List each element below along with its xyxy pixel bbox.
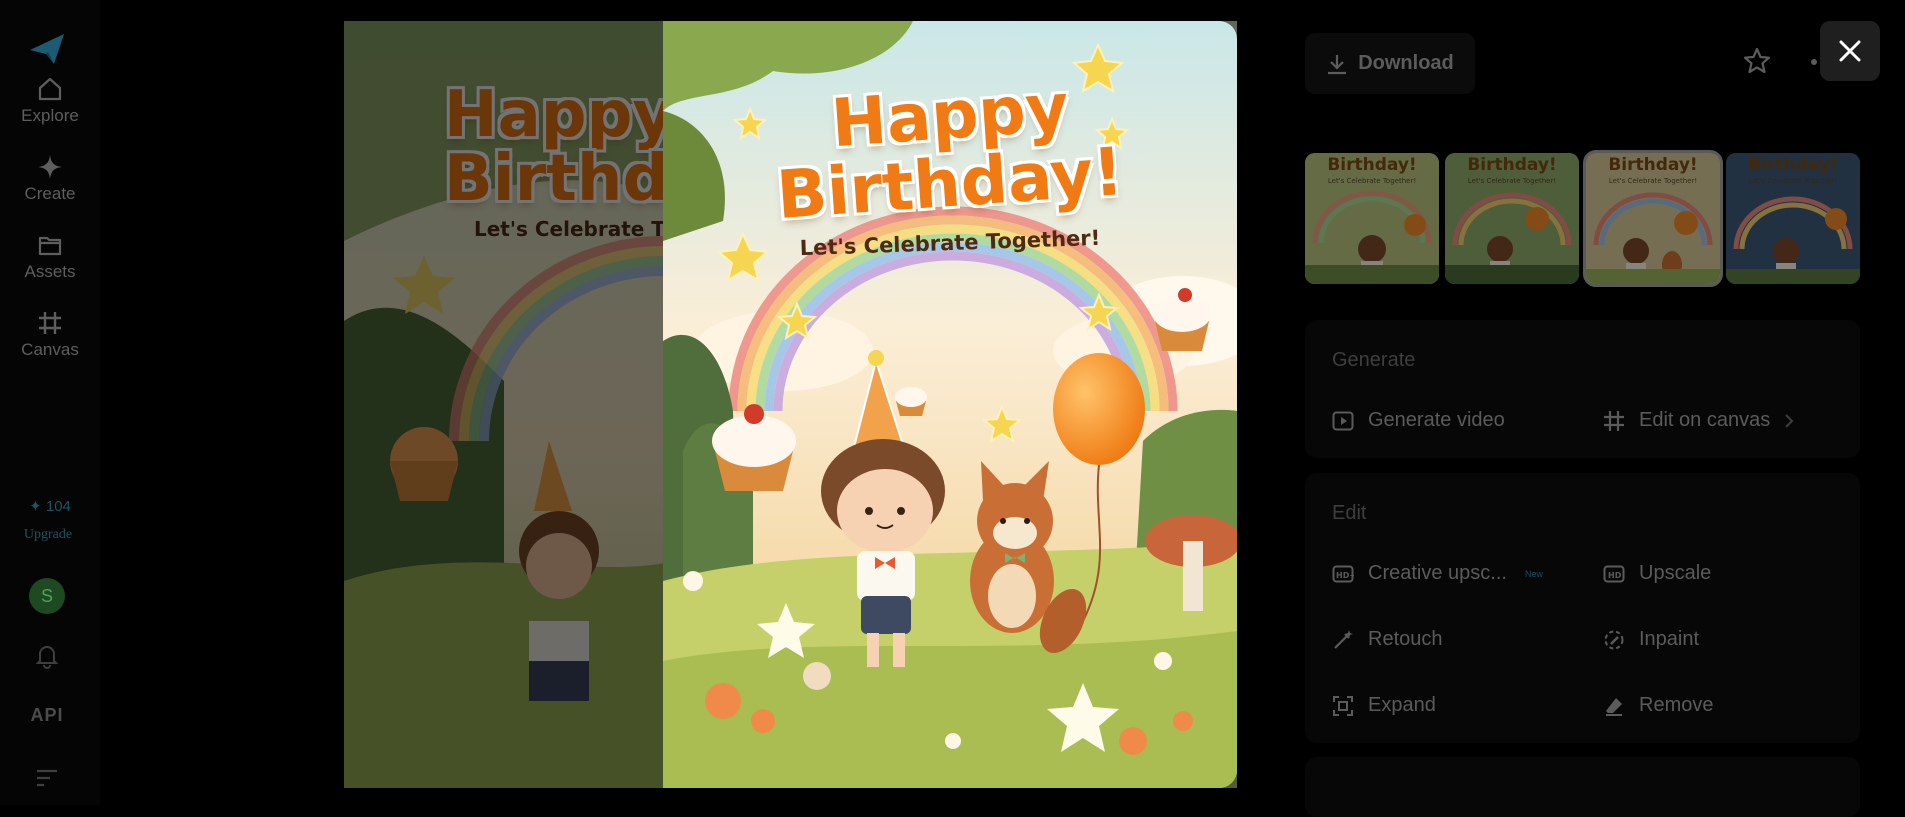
menu-icon[interactable] (36, 768, 58, 788)
sidebar-item-label: Explore (21, 106, 79, 125)
new-badge: New (1524, 568, 1543, 579)
creative-upscale-label: Creative upsc... (1368, 562, 1507, 584)
folder-icon (38, 236, 62, 256)
creative-upscale-button[interactable]: HD+ Creative upsc... New (1332, 562, 1543, 585)
hd-plus-icon: HD+ (1332, 565, 1354, 582)
close-button[interactable] (1820, 21, 1880, 81)
favorite-star-icon[interactable] (1742, 46, 1772, 76)
expand-button[interactable]: Expand (1332, 694, 1436, 717)
generate-section-title: Generate (1332, 349, 1416, 371)
chevron-right-icon (1785, 413, 1794, 428)
thumbnail-4[interactable]: Birthday! Let's Celebrate Together! (1726, 153, 1860, 284)
retouch-button[interactable]: Retouch (1332, 628, 1443, 651)
download-icon (1328, 54, 1347, 74)
download-button[interactable]: Download (1305, 33, 1475, 94)
eraser-icon (1606, 697, 1622, 716)
edit-section-title: Edit (1332, 502, 1367, 524)
canvas-crop-icon (1604, 410, 1624, 431)
more-options-icon[interactable] (1810, 58, 1818, 66)
canvas-crop-icon (39, 312, 61, 334)
retouch-label: Retouch (1368, 628, 1443, 650)
next-section (1305, 757, 1860, 817)
inpaint-label: Inpaint (1639, 628, 1700, 650)
remove-label: Remove (1639, 694, 1714, 716)
svg-text:HD: HD (1608, 571, 1622, 580)
bell-icon[interactable] (34, 643, 60, 669)
inpaint-icon (1604, 630, 1624, 649)
avatar[interactable]: S (29, 578, 65, 614)
remove-button[interactable]: Remove (1603, 694, 1713, 717)
edit-on-canvas-label: Edit on canvas (1639, 409, 1771, 431)
sidebar-item-explore[interactable]: Explore (0, 76, 100, 126)
download-label: Download (1358, 52, 1454, 74)
logo-icon[interactable] (28, 32, 66, 66)
generate-section: Generate Generate video Edit on canvas (1305, 320, 1860, 458)
sidebar-item-canvas[interactable]: Canvas (0, 310, 100, 360)
upscale-label: Upscale (1639, 562, 1712, 584)
edit-on-canvas-button[interactable]: Edit on canvas (1603, 409, 1794, 432)
credits-value: 104 (45, 498, 71, 515)
edit-section: Edit HD+ Creative upsc... New HD Upscale… (1305, 473, 1860, 743)
expand-label: Expand (1368, 694, 1436, 716)
svg-text:HD+: HD+ (1336, 571, 1354, 580)
sidebar-item-label: Create (24, 184, 76, 203)
expand-icon (1333, 695, 1353, 716)
home-icon (38, 77, 62, 101)
main-image[interactable]: Happy Birthday! Let's Celebrate Together… (663, 21, 1237, 788)
image-viewer: Happy Birthday! Let's Celebrate Together… (344, 21, 1237, 788)
thumbnail-3-selected[interactable]: Birthday! Let's Celebrate Together! (1583, 150, 1723, 287)
credits-counter: ✦ 104 (0, 497, 100, 515)
play-icon (1332, 411, 1354, 430)
inpaint-button[interactable]: Inpaint (1603, 628, 1699, 651)
sidebar: Explore Create Assets Canvas ✦ 104 Upgra… (0, 0, 100, 805)
sidebar-item-label: Canvas (21, 340, 79, 359)
api-link[interactable]: API (0, 705, 94, 726)
magic-wand-icon (1334, 629, 1353, 649)
details-panel: Download Birthday! Let's Celebrate Toget… (1290, 0, 1905, 817)
sidebar-item-create[interactable]: Create (0, 154, 100, 204)
sparkle-icon (38, 155, 62, 179)
sidebar-item-label: Assets (24, 262, 76, 281)
thumbnail-1[interactable]: Birthday! Let's Celebrate Together! (1305, 153, 1439, 284)
upgrade-link[interactable]: Upgrade (0, 527, 96, 543)
generate-video-label: Generate video (1368, 409, 1505, 431)
diamond-sparkle-icon: ✦ (29, 498, 42, 515)
thumbnail-2[interactable]: Birthday! Let's Celebrate Together! (1445, 153, 1579, 284)
sidebar-item-assets[interactable]: Assets (0, 232, 100, 282)
generate-video-button[interactable]: Generate video (1332, 409, 1505, 432)
hd-icon: HD (1603, 565, 1625, 582)
close-icon (1839, 40, 1861, 62)
upscale-button[interactable]: HD Upscale (1603, 562, 1711, 585)
